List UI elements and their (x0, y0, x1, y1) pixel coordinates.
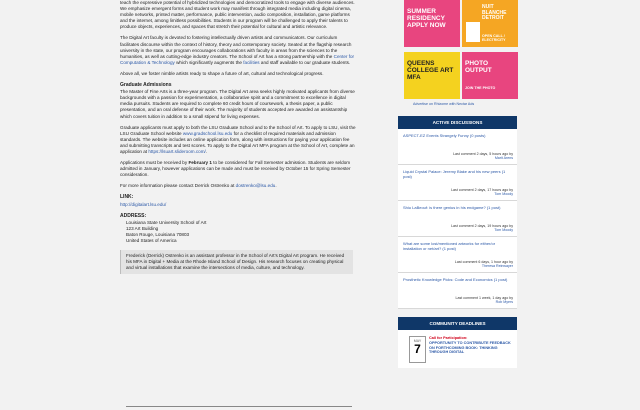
discussion-title[interactable]: Liquid Crystal Palace: Jeremy Blake and … (403, 169, 514, 179)
community-deadlines-panel: COMMUNITY DEADLINES MAY 7 Call for Parti… (398, 317, 517, 368)
faculty-text: The Digital Art faculty is devoted to fo… (120, 35, 352, 59)
ad-queens-college[interactable]: QUEENS COLLEGE ART MFA (404, 52, 460, 99)
advertise-link[interactable]: Advertise on Rhizome with Nectar Ads (413, 102, 474, 106)
active-discussions-heading: ACTIVE DISCUSSIONS (398, 116, 517, 129)
author-bio: Frederick (Derrick) Ostrenko is an assis… (120, 250, 353, 275)
deadline-paragraph: Applications must be received by Februar… (120, 160, 356, 178)
ad-nuit-blanche[interactable]: NUIT BLANCHE DETROIT OPEN CALL / ELECTRI… (462, 0, 518, 47)
deadline-title[interactable]: OPPORTUNITY TO CONTRIBUTE FEEDBACK ON FO… (429, 341, 513, 355)
ad-photo-sub: JOIN THE PHOTO (465, 86, 496, 90)
deadline-entry[interactable]: MAY 7 Call for Participation: OPPORTUNIT… (398, 330, 517, 368)
comment-author[interactable]: Theresa Reinwayer (455, 264, 513, 269)
apply-text-3: . (205, 148, 208, 154)
discussion-title[interactable]: Shiu LaBeouf: is there genius in his end… (403, 205, 514, 210)
website-link[interactable]: http://digitalart.lsu.edu/ (120, 202, 166, 207)
deadline-text[interactable]: Call for Participation: OPPORTUNITY TO C… (429, 336, 513, 355)
discussion-meta: Last comment 1 week, 1 day ago by Rob Mye… (455, 296, 513, 305)
comment-author[interactable]: Tom Moody (451, 192, 513, 197)
divider (126, 406, 352, 407)
contact-paragraph: For more information please contact Derr… (120, 183, 356, 189)
discussion-meta: Last comment 6 days, 1 hour ago by Theres… (455, 260, 513, 269)
slideroom-link[interactable]: https://lsuart.slideroom.com/ (148, 149, 205, 154)
ad-photo-text: PHOTO OUTPUT (465, 60, 492, 74)
ad-summer-residency[interactable]: SUMMER RESIDENCY APPLY NOW (404, 0, 460, 47)
calendar-day: 7 (414, 342, 421, 356)
discussion-meta: Last comment 2 days, 19 hours ago by Tom … (451, 224, 513, 233)
discussion-item[interactable]: What are some lost/mentioned artworks fo… (398, 237, 517, 273)
grad-admissions-heading: Graduate Admissions (120, 82, 172, 89)
address-label: ADDRESS: (120, 212, 147, 219)
above-all-paragraph: Above all, we foster nimble artists read… (120, 70, 324, 76)
gradschool-link[interactable]: www.gradschool.lsu.edu (183, 131, 233, 136)
discussion-title[interactable]: ASPECT-EZ Events Strangely Funny (0 post… (403, 133, 514, 138)
ad-queens-text: QUEENS COLLEGE ART MFA (407, 60, 454, 81)
faculty-paragraph: The Digital Art faculty is devoted to fo… (120, 35, 356, 65)
comment-author[interactable]: Marit Arens (453, 156, 513, 161)
apply-paragraph: Graduate applicants must apply to both t… (120, 125, 356, 155)
grad-paragraph: The Master of Fine Arts is a three-year … (120, 89, 355, 119)
discussion-meta: Last comment 2 days, 17 hours ago by Tom … (451, 188, 513, 197)
ad-photo-output[interactable]: PHOTO OUTPUT JOIN THE PHOTO (462, 52, 518, 99)
deadline-text: Applications must be received by (120, 160, 189, 166)
ad-nuit-text: NUIT BLANCHE DETROIT (482, 4, 507, 21)
comment-author[interactable]: Tom Moody (451, 228, 513, 233)
sidebar: SUMMER RESIDENCY APPLY NOW NUIT BLANCHE … (398, 0, 518, 368)
calendar-icon: MAY 7 (409, 336, 426, 363)
ad-summer-text: SUMMER RESIDENCY APPLY NOW (407, 8, 446, 29)
address-line: United States of America (126, 238, 177, 243)
deadline-date: February 1 (188, 160, 212, 166)
discussion-item[interactable]: ASPECT-EZ Events Strangely Funny (0 post… (398, 129, 517, 165)
address-block: Louisiana State University School of Art… (126, 220, 356, 244)
ad-nuit-sub: OPEN CALL / ELECTRICITY (482, 34, 506, 42)
discussion-title[interactable]: What are some lost/mentioned artworks fo… (403, 241, 514, 251)
article-body: teach the expressive potential of hybrid… (120, 0, 356, 275)
faculty-text-3: and staff available to our graduate stud… (259, 59, 351, 65)
discussion-meta: Last comment 2 days, 5 hours ago by Marit… (453, 152, 513, 161)
email-link[interactable]: dostrenko@lsu.edu (236, 183, 276, 188)
comment-author[interactable]: Rob Myers (455, 300, 513, 305)
contact-text-2: . (275, 183, 277, 189)
facilities-link[interactable]: facilities (243, 60, 259, 65)
faculty-text-2: which significantly augments the (174, 59, 244, 65)
ad-nuit-badge (466, 22, 480, 42)
discussion-item[interactable]: Liquid Crystal Palace: Jeremy Blake and … (398, 165, 517, 201)
link-label: LINK: (120, 194, 134, 201)
intro-paragraph: teach the expressive potential of hybrid… (120, 0, 355, 30)
community-deadlines-heading: COMMUNITY DEADLINES (398, 317, 517, 330)
discussion-item[interactable]: Shiu LaBeouf: is there genius in his end… (398, 201, 517, 237)
discussion-title[interactable]: Prosthetic Knowledge Picks: Code and Eco… (403, 277, 514, 282)
active-discussions-panel: ACTIVE DISCUSSIONS ASPECT-EZ Events Stra… (398, 116, 517, 309)
discussion-item[interactable]: Prosthetic Knowledge Picks: Code and Eco… (398, 273, 517, 309)
contact-text: For more information please contact Derr… (120, 183, 236, 189)
ad-grid: SUMMER RESIDENCY APPLY NOW NUIT BLANCHE … (398, 0, 518, 111)
